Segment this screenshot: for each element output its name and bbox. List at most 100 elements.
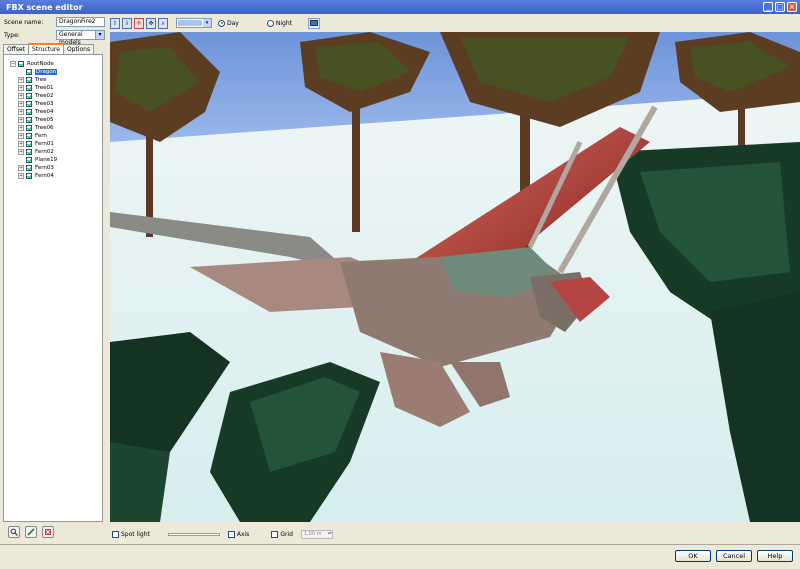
tree-checkbox[interactable] <box>26 149 32 155</box>
lighting-day-option[interactable]: Day <box>218 19 239 27</box>
grid-size-input[interactable]: 1,00 m <box>300 529 333 539</box>
expand-icon[interactable]: + <box>18 85 24 91</box>
maximize-icon[interactable]: □ <box>775 2 785 12</box>
lighting-night-option[interactable]: Night <box>266 19 292 27</box>
tree-node[interactable]: + Fern02 <box>4 148 102 156</box>
view-mode-select[interactable]: ▾ <box>176 18 212 28</box>
expand-icon[interactable]: + <box>18 109 24 115</box>
delete-node-button[interactable] <box>42 526 54 538</box>
tree-node-label: Plane19 <box>35 157 58 163</box>
tree-checkbox[interactable] <box>26 165 32 171</box>
chevron-down-icon[interactable]: ▾ <box>95 31 104 39</box>
expand-icon[interactable]: + <box>18 141 24 147</box>
day-radio[interactable] <box>218 19 225 27</box>
tree-checkbox[interactable] <box>26 93 32 99</box>
edit-node-button[interactable] <box>25 526 37 538</box>
move-up-icon[interactable]: ⇧ <box>110 17 120 29</box>
tree-checkbox[interactable] <box>26 125 32 131</box>
collapse-icon[interactable]: − <box>10 61 16 67</box>
tree-node[interactable]: + Tree01 <box>4 84 102 92</box>
viewport-options: Spot light Axis Grid 1,00 m <box>112 529 333 539</box>
scene-render <box>110 32 800 522</box>
tree-node[interactable]: + Tree06 <box>4 124 102 132</box>
tree-checkbox[interactable] <box>18 61 24 67</box>
tree-node[interactable]: + Tree02 <box>4 92 102 100</box>
tree-node[interactable]: Plane19 <box>4 156 102 164</box>
expand-icon[interactable]: + <box>18 133 24 139</box>
expand-icon[interactable]: + <box>18 173 24 179</box>
grid-label: Grid <box>280 530 293 538</box>
tree-node[interactable]: + Tree04 <box>4 108 102 116</box>
screenshot-button[interactable] <box>307 17 320 29</box>
expand-icon[interactable]: + <box>18 165 24 171</box>
expand-icon[interactable]: + <box>18 117 24 123</box>
tree-root[interactable]: − RootNode <box>4 60 102 68</box>
tree-node-label: Tree04 <box>35 109 54 115</box>
spotlight-checkbox[interactable] <box>112 530 119 538</box>
tree-checkbox[interactable] <box>26 133 32 139</box>
tree-node-label: Tree <box>35 77 47 83</box>
expand-icon[interactable]: + <box>18 125 24 131</box>
tree-node-label: Fern03 <box>35 165 54 171</box>
tree-checkbox[interactable] <box>26 141 32 147</box>
scene-name-label: Scene name: <box>4 18 44 26</box>
tree-checkbox[interactable] <box>26 69 32 75</box>
zoom-icon[interactable]: ⌕ <box>158 17 168 29</box>
tree-checkbox[interactable] <box>26 173 32 179</box>
tree-checkbox[interactable] <box>26 117 32 123</box>
tree-node-label: Fern01 <box>35 141 54 147</box>
axis-checkbox[interactable] <box>227 530 235 538</box>
tree-node[interactable]: + Fern <box>4 132 102 140</box>
rotate-icon[interactable]: ✛ <box>134 17 144 29</box>
type-select[interactable]: General models ▾ <box>56 30 105 46</box>
delete-icon <box>45 529 51 535</box>
tree-checkbox[interactable] <box>26 109 32 115</box>
spotlight-slider[interactable] <box>167 532 220 536</box>
pan-icon[interactable]: ✥ <box>146 17 156 29</box>
scene-name-input[interactable]: DragonFire2 <box>56 17 105 27</box>
magnifier-icon <box>10 528 18 536</box>
pencil-icon <box>27 528 35 536</box>
tab-options[interactable]: Options <box>62 44 95 54</box>
viewport-toolbar: ⇧ ⇩ ✛ ✥ ⌕ ▾ Day Night <box>110 16 320 30</box>
expand-icon[interactable]: + <box>18 101 24 107</box>
night-label: Night <box>275 19 292 27</box>
grid-checkbox[interactable] <box>271 530 279 538</box>
spotlight-label: Spot light <box>121 530 150 538</box>
close-icon[interactable]: × <box>787 2 797 12</box>
tree-node-label: Fern <box>35 133 47 139</box>
help-button[interactable]: Help <box>757 550 793 562</box>
window-controls: _ □ × <box>763 2 797 12</box>
night-radio[interactable] <box>266 19 274 27</box>
tree-checkbox[interactable] <box>26 157 32 163</box>
tree-node[interactable]: + Fern03 <box>4 164 102 172</box>
day-label: Day <box>227 19 239 27</box>
tab-offset[interactable]: Offset <box>3 44 30 54</box>
tab-structure[interactable]: Structure <box>28 43 64 54</box>
tree-node-label: Tree01 <box>35 85 54 91</box>
expand-icon[interactable]: + <box>18 149 24 155</box>
tree-node-label: Tree06 <box>35 125 54 131</box>
tree-checkbox[interactable] <box>26 101 32 107</box>
ok-button[interactable]: OK <box>675 550 711 562</box>
tree-checkbox[interactable] <box>26 85 32 91</box>
tree-node[interactable]: + Tree03 <box>4 100 102 108</box>
tree-node[interactable]: + Tree <box>4 76 102 84</box>
zoom-to-node-button[interactable] <box>8 526 20 538</box>
tree-node[interactable]: + Fern01 <box>4 140 102 148</box>
minimize-icon[interactable]: _ <box>763 2 773 12</box>
tree-node[interactable]: + Tree05 <box>4 116 102 124</box>
3d-viewport[interactable] <box>110 32 800 522</box>
tree-node-label: Fern02 <box>35 149 54 155</box>
move-down-icon[interactable]: ⇩ <box>122 17 132 29</box>
tree-node-label: RootNode <box>27 61 54 67</box>
scene-name-row: Scene name: DragonFire2 <box>4 17 105 27</box>
tree-node-dragon[interactable]: Dragon <box>4 68 102 76</box>
expand-icon[interactable]: + <box>18 93 24 99</box>
image-icon <box>309 20 318 26</box>
chevron-down-icon[interactable]: ▾ <box>203 19 211 27</box>
tree-checkbox[interactable] <box>26 77 32 83</box>
expand-icon[interactable]: + <box>18 77 24 83</box>
cancel-button[interactable]: Cancel <box>716 550 752 562</box>
tree-node[interactable]: + Fern04 <box>4 172 102 180</box>
